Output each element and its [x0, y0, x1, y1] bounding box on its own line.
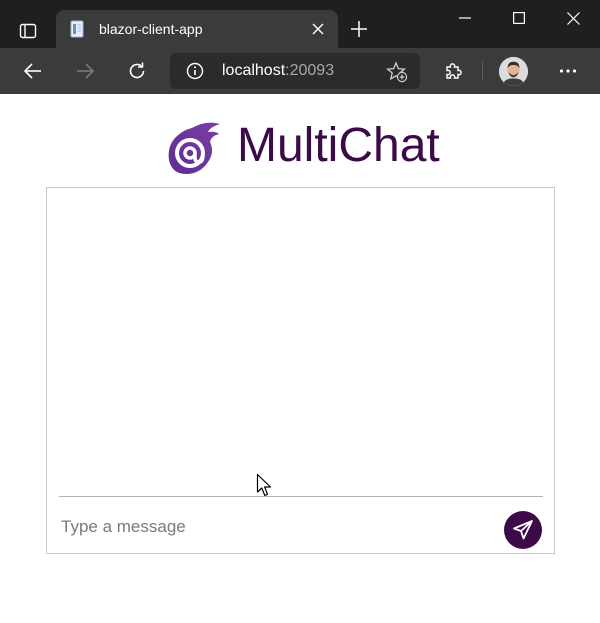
message-list[interactable]: [47, 188, 554, 496]
tab-actions-icon: [19, 23, 37, 39]
more-icon: [559, 69, 577, 73]
new-tab-button[interactable]: [346, 16, 372, 42]
app-title: MultiChat: [237, 119, 440, 172]
plus-icon: [351, 21, 367, 37]
forward-arrow-icon: [77, 63, 95, 79]
close-window-button[interactable]: [550, 2, 596, 34]
extensions-button[interactable]: [438, 56, 468, 86]
minimize-icon: [459, 17, 471, 19]
url-host: localhost: [222, 62, 286, 79]
url-port: :20093: [285, 62, 335, 79]
maximize-icon: [513, 12, 525, 24]
profile-photo: [499, 57, 528, 86]
address-bar[interactable]: localhost:20093: [170, 53, 420, 89]
back-arrow-icon: [23, 63, 41, 79]
minimize-button[interactable]: [442, 2, 488, 34]
tab-actions-button[interactable]: [11, 14, 45, 48]
puzzle-icon: [446, 63, 462, 79]
toolbar-separator: [482, 61, 483, 81]
chat-panel: [46, 187, 555, 554]
refresh-button[interactable]: [122, 56, 152, 86]
browser-titlebar: blazor-client-app: [0, 0, 600, 48]
close-icon: [312, 23, 324, 35]
send-icon: [513, 520, 533, 540]
document-icon: [70, 20, 84, 38]
browser-tab[interactable]: blazor-client-app: [56, 10, 338, 48]
message-input[interactable]: [61, 515, 481, 539]
close-tab-button[interactable]: [308, 19, 328, 39]
browser-toolbar: localhost:20093: [0, 48, 600, 94]
send-button[interactable]: [504, 511, 542, 549]
tab-title: blazor-client-app: [99, 21, 203, 37]
more-menu-button[interactable]: [553, 56, 583, 86]
add-favorite-icon[interactable]: [386, 61, 408, 83]
info-icon[interactable]: [186, 62, 204, 80]
close-icon: [566, 11, 580, 25]
refresh-icon: [129, 62, 145, 79]
message-composer: [59, 496, 543, 552]
avatar[interactable]: [499, 57, 528, 86]
forward-button[interactable]: [70, 56, 100, 86]
maximize-button[interactable]: [496, 2, 542, 34]
back-button[interactable]: [18, 56, 48, 86]
blazor-logo-icon: [168, 122, 220, 174]
mouse-cursor-icon: [256, 473, 272, 497]
url-text[interactable]: localhost:20093: [222, 62, 334, 80]
